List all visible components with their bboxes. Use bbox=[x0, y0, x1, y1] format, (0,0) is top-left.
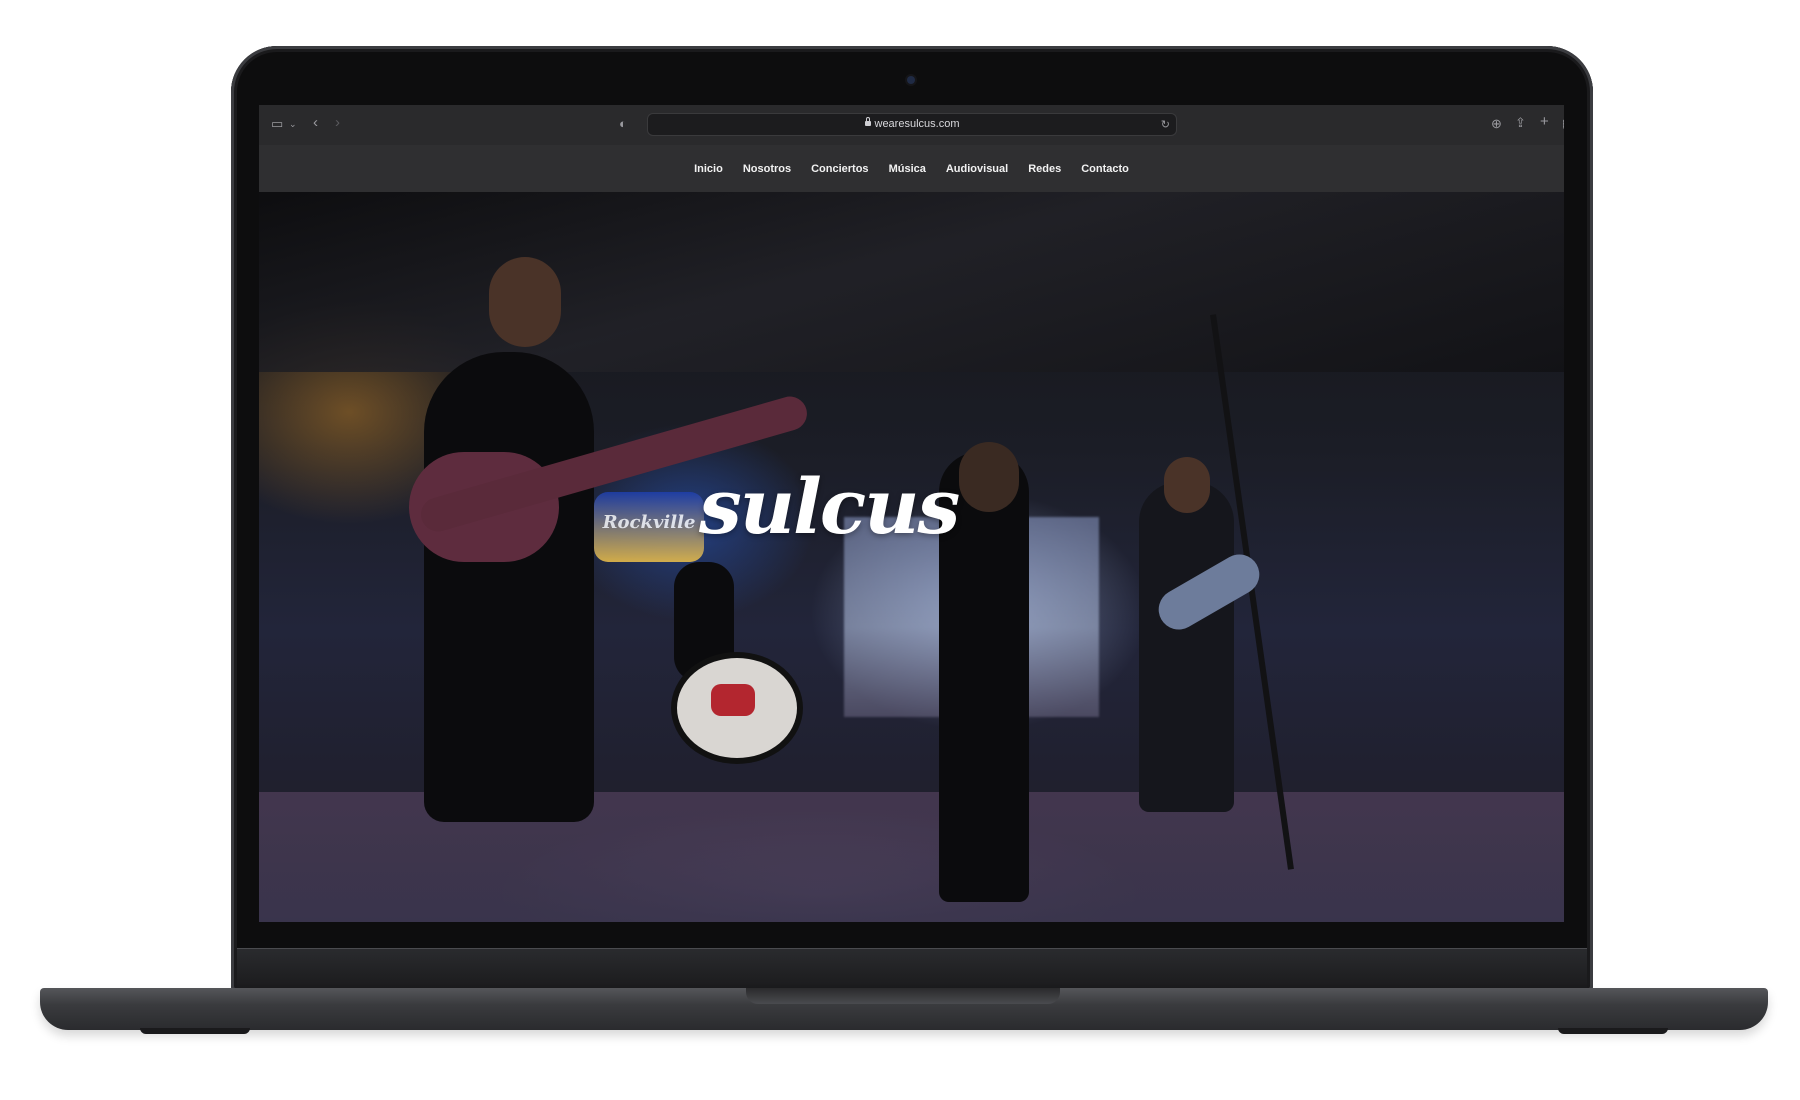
chevron-down-icon[interactable]: ⌄ bbox=[289, 117, 297, 131]
forward-arrow-icon[interactable]: › bbox=[335, 115, 340, 130]
singer-head bbox=[959, 442, 1019, 512]
reload-icon[interactable]: ↻ bbox=[1161, 118, 1170, 132]
site-navigation: Inicio Nosotros Conciertos Música Audiov… bbox=[259, 145, 1564, 192]
laptop-foot-right bbox=[1558, 1028, 1668, 1034]
hero-band-photo: Rockville sulcus bbox=[259, 192, 1564, 922]
stage-ceiling bbox=[259, 192, 1564, 372]
share-icon[interactable]: ⇪ bbox=[1515, 116, 1526, 130]
nav-item-musica[interactable]: Música bbox=[879, 163, 936, 175]
drum-logo bbox=[711, 684, 755, 716]
camera bbox=[907, 76, 915, 84]
back-arrow-icon[interactable]: ‹ bbox=[313, 115, 318, 130]
laptop-mockup: ▭ ⌄ ‹ › ◐ wearesulcus.com ↻ ⊕ ⇪ + ▦ Inic… bbox=[0, 0, 1800, 1100]
download-icon[interactable]: ⊕ bbox=[1491, 117, 1502, 131]
nav-item-redes[interactable]: Redes bbox=[1018, 163, 1071, 175]
laptop-screen: ▭ ⌄ ‹ › ◐ wearesulcus.com ↻ ⊕ ⇪ + ▦ Inic… bbox=[259, 105, 1564, 922]
address-bar[interactable]: wearesulcus.com ↻ bbox=[647, 113, 1177, 136]
nav-item-nosotros[interactable]: Nosotros bbox=[733, 163, 801, 175]
bassist bbox=[424, 352, 594, 822]
url-text: wearesulcus.com bbox=[874, 118, 960, 130]
sidebar-icon[interactable]: ▭ bbox=[271, 117, 283, 131]
laptop-foot-left bbox=[140, 1028, 250, 1034]
laptop-chin bbox=[237, 948, 1587, 991]
bassist-head bbox=[489, 257, 561, 347]
browser-toolbar: ▭ ⌄ ‹ › ◐ wearesulcus.com ↻ ⊕ ⇪ + ▦ bbox=[259, 105, 1564, 146]
shield-icon[interactable]: ◐ bbox=[619, 117, 627, 131]
venue-sign: Rockville bbox=[594, 492, 704, 562]
nav-item-conciertos[interactable]: Conciertos bbox=[801, 163, 878, 175]
venue-sign-text: Rockville bbox=[602, 512, 696, 533]
band-logo[interactable]: sulcus bbox=[699, 462, 960, 551]
plus-icon[interactable]: + bbox=[1540, 114, 1549, 129]
nav-item-inicio[interactable]: Inicio bbox=[684, 163, 733, 175]
nav-item-contacto[interactable]: Contacto bbox=[1071, 163, 1139, 175]
guitarist-head bbox=[1164, 457, 1210, 513]
guitarist bbox=[1139, 482, 1234, 812]
url-display: wearesulcus.com bbox=[648, 117, 1176, 130]
nav-item-audiovisual[interactable]: Audiovisual bbox=[936, 163, 1018, 175]
lock-icon bbox=[864, 117, 871, 126]
trackpad-notch bbox=[746, 988, 1060, 1004]
tab-overview-icon[interactable]: ▦ bbox=[1562, 117, 1564, 131]
